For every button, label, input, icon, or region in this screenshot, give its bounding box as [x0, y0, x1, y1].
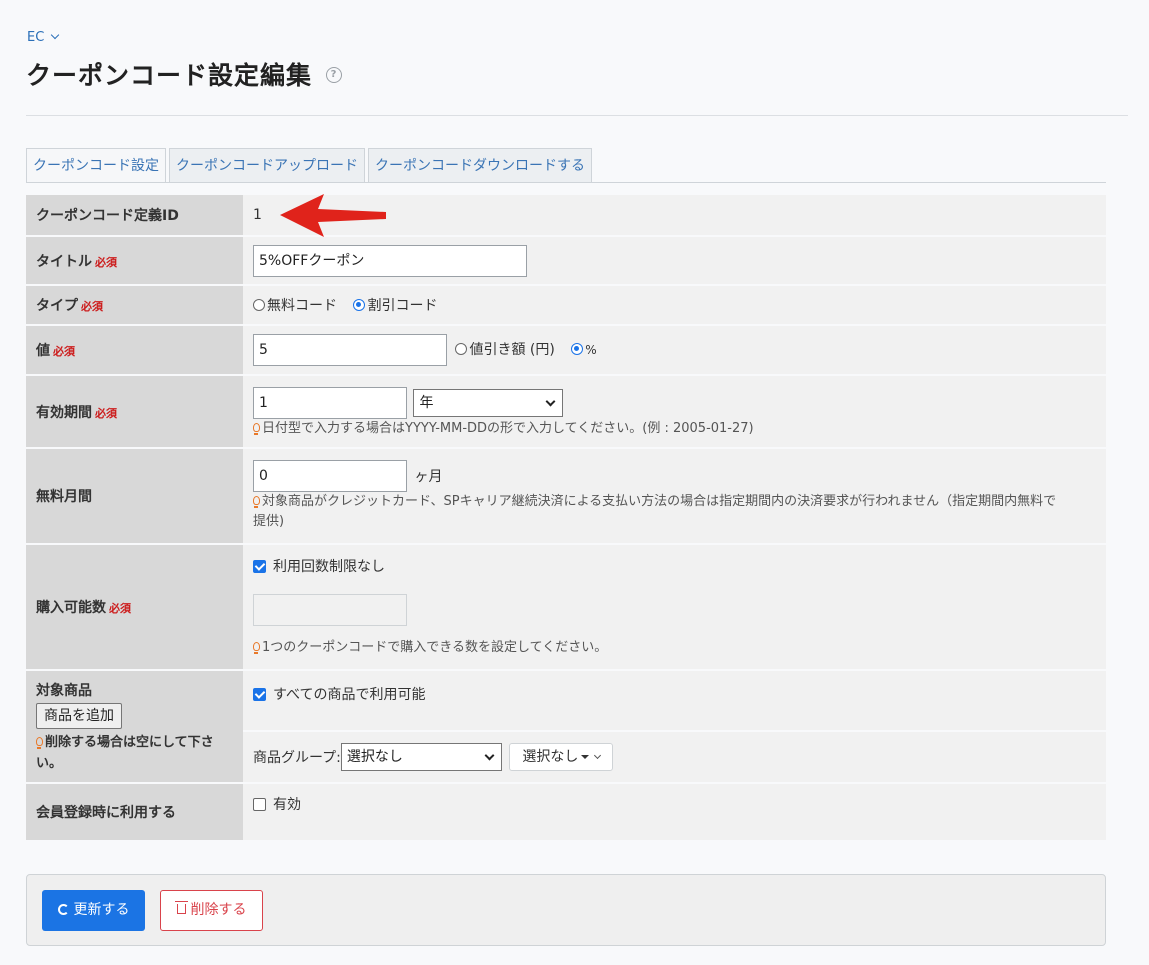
label-text: タイトル [36, 253, 92, 270]
page-title-text: クーポンコード設定編集 [26, 61, 313, 90]
note-text: 削除する場合は空にして下さ [45, 735, 214, 750]
tab-coupon-settings[interactable]: クーポンコード設定 [26, 148, 166, 183]
radio-label[interactable]: % [585, 343, 596, 357]
period-unit-select[interactable]: 年 [413, 388, 564, 417]
row-label: タイプ 必須 [26, 286, 243, 324]
row-period: 有効期間 必須 1 年 日付型で入力する場合はYYYY-MM-DDの形で入力してく… [26, 376, 1106, 447]
chevron-down-icon [546, 396, 556, 406]
checkbox-label[interactable]: 利用回数制限なし [273, 559, 385, 575]
product-group-select[interactable]: 選択なし [340, 743, 502, 771]
radio-label[interactable]: 値引き額 (円) [469, 342, 554, 358]
row-label: 値必須 [26, 326, 243, 374]
row-purchase-limit: 購入可能数 必須 利用回数制限なし 1つのクーポンコードで購入できる数を設定してく… [26, 545, 1106, 669]
value-input[interactable]: 5 [253, 334, 447, 366]
chevron-down-icon[interactable] [51, 30, 60, 40]
tab-bar: クーポンコード設定 クーポンコードアップロード クーポンコードダウンロードする [26, 148, 595, 183]
radio-yen[interactable] [455, 343, 468, 355]
required-badge: 必須 [95, 406, 117, 420]
all-products-checkbox[interactable] [253, 687, 266, 701]
divider [26, 182, 1106, 183]
hint-text: 対象商品がクレジットカード、SPキャリア継続決済による支払い方法の場合は指定期間… [262, 494, 1057, 509]
breadcrumb-label[interactable]: EC [27, 30, 44, 45]
label-text: 対象商品 [36, 683, 92, 699]
note: 削除する場合は空にして下さい。 [36, 732, 233, 774]
hint-text: 提供) [253, 514, 285, 529]
period-input[interactable]: 1 [253, 386, 407, 419]
row-title: タイトル 必須 5%OFFクーポン [26, 237, 1106, 284]
update-label: 更新する [73, 902, 130, 918]
hint-text: 1つのクーポンコードで購入できる数を設定してください。 [262, 640, 608, 655]
checkbox-label[interactable]: すべての商品で利用可能 [273, 687, 425, 703]
page-title: クーポンコード設定編集? [26, 56, 343, 92]
unlimited-checkbox[interactable] [253, 559, 266, 573]
select-value: 年 [419, 394, 434, 411]
help-icon[interactable]: ? [326, 67, 343, 83]
group-label: 商品グループ: [253, 750, 341, 766]
chevron-down-icon [594, 751, 602, 760]
hint: 対象商品がクレジットカード、SPキャリア継続決済による支払い方法の場合は指定期間… [253, 492, 1096, 532]
delete-button[interactable]: 削除する [160, 890, 263, 931]
select-value: 選択なし [346, 749, 403, 765]
row-id: クーポンコード定義ID 1 [26, 195, 1106, 235]
required-badge: 必須 [53, 345, 75, 358]
refresh-icon [57, 903, 69, 915]
row-free-months: 無料月間 0 ヶ月 対象商品がクレジットカード、SPキャリア継続決済による支払い… [26, 449, 1106, 543]
row-type: タイプ 必須 無料コード 割引コード [26, 286, 1106, 324]
required-badge: 必須 [109, 602, 131, 615]
row-target: 対象商品 商品を追加 削除する場合は空にして下さい。 すべての商品で利用可能 [26, 671, 1106, 782]
row-label: 無料月間 [26, 449, 243, 543]
delete-label: 削除する [190, 902, 247, 918]
note-text: い。 [36, 756, 63, 771]
divider [26, 115, 1128, 116]
free-months-input[interactable]: 0 [253, 460, 407, 492]
row-label: タイトル 必須 [26, 237, 243, 284]
label-text: 購入可能数 [36, 600, 106, 616]
required-badge: 必須 [95, 255, 117, 269]
add-product-button[interactable]: 商品を追加 [36, 703, 122, 729]
hint: 日付型で入力する場合はYYYY-MM-DDの形で入力してください。(例 : 20… [253, 419, 1096, 439]
radio-free-code[interactable] [253, 299, 265, 311]
hint-text: 日付型で入力する場合はYYYY-MM-DDの形で入力してください。(例 : 20… [262, 420, 754, 436]
row-label: 対象商品 商品を追加 削除する場合は空にして下さい。 [26, 671, 243, 782]
row-label: 購入可能数 必須 [26, 545, 243, 669]
label-text: タイプ [36, 298, 78, 314]
radio-discount-code[interactable] [353, 299, 366, 311]
dropdown-label: 選択なし [522, 749, 579, 765]
purchase-limit-input[interactable] [253, 594, 407, 626]
lightbulb-icon [36, 737, 43, 749]
lightbulb-icon [253, 422, 260, 435]
action-bar: 更新する 削除する [26, 874, 1106, 946]
breadcrumb[interactable]: EC [27, 30, 60, 45]
unit-label: ヶ月 [414, 469, 443, 485]
row-label: 有効期間 必須 [26, 376, 243, 447]
lightbulb-icon [253, 642, 260, 654]
trash-icon [174, 901, 188, 914]
chevron-down-icon [484, 750, 495, 761]
required-badge: 必須 [81, 300, 103, 313]
lightbulb-icon [253, 496, 260, 508]
tab-coupon-upload[interactable]: クーポンコードアップロード [169, 148, 365, 183]
tab-coupon-download[interactable]: クーポンコードダウンロードする [368, 148, 592, 183]
caret-down-icon [581, 755, 590, 759]
row-label: 会員登録時に利用する [26, 784, 243, 840]
group-dropdown-button[interactable]: 選択なし [509, 743, 614, 771]
row-value: 値必須 5 値引き額 (円) % [26, 326, 1106, 374]
label-text: 有効期間 [36, 404, 92, 421]
coupon-form: クーポンコード定義ID 1 タイトル 必須 5%OFFクーポン タイプ 必須 無料コ… [26, 193, 1106, 842]
row-label: クーポンコード定義ID [26, 195, 243, 235]
update-button[interactable]: 更新する [42, 890, 145, 931]
radio-percent[interactable] [571, 343, 584, 355]
red-arrow-icon [280, 194, 386, 237]
hint: 1つのクーポンコードで購入できる数を設定してください。 [253, 638, 1096, 658]
label-text: 値 [36, 343, 50, 359]
checkbox-label[interactable]: 有効 [273, 797, 301, 813]
radio-label[interactable]: 無料コード [267, 298, 337, 314]
radio-label[interactable]: 割引コード [367, 298, 437, 314]
row-member: 会員登録時に利用する 有効 [26, 784, 1106, 840]
title-input[interactable]: 5%OFFクーポン [253, 244, 527, 277]
member-enabled-checkbox[interactable] [253, 797, 266, 811]
